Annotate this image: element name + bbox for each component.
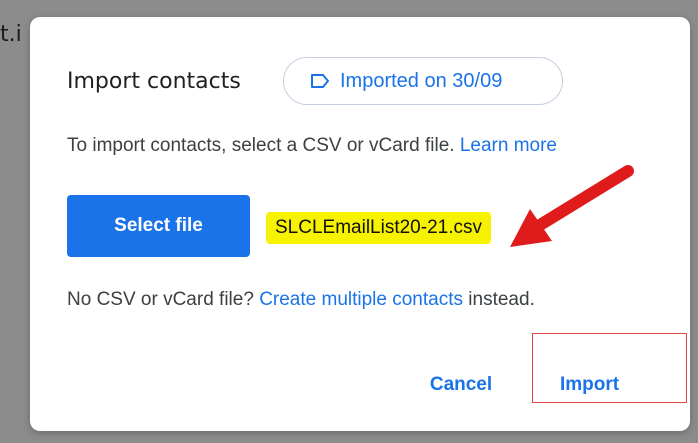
create-multiple-contacts-link[interactable]: Create multiple contacts xyxy=(259,289,463,310)
no-file-note: No CSV or vCard file? Create multiple co… xyxy=(67,289,535,311)
no-file-prefix: No CSV or vCard file? xyxy=(67,289,254,310)
import-button[interactable]: Import xyxy=(542,367,637,403)
import-instructions: To import contacts, select a CSV or vCar… xyxy=(67,135,557,157)
selected-file-name: SLCLEmailList20-21.csv xyxy=(266,212,491,244)
instructions-text: To import contacts, select a CSV or vCar… xyxy=(67,135,455,156)
background-partial-text: t.i xyxy=(0,22,22,47)
no-file-suffix: instead. xyxy=(468,289,535,310)
imported-label-chip[interactable]: Imported on 30/09 xyxy=(283,57,563,105)
learn-more-link[interactable]: Learn more xyxy=(460,135,557,156)
select-file-button[interactable]: Select file xyxy=(67,195,250,257)
import-contacts-dialog: Import contacts Imported on 30/09 To imp… xyxy=(30,17,690,431)
chip-label: Imported on 30/09 xyxy=(340,69,503,92)
cancel-button[interactable]: Cancel xyxy=(411,367,511,403)
annotation-arrow-icon xyxy=(510,165,634,247)
dialog-title: Import contacts xyxy=(67,69,241,94)
label-tag-icon xyxy=(311,74,329,88)
